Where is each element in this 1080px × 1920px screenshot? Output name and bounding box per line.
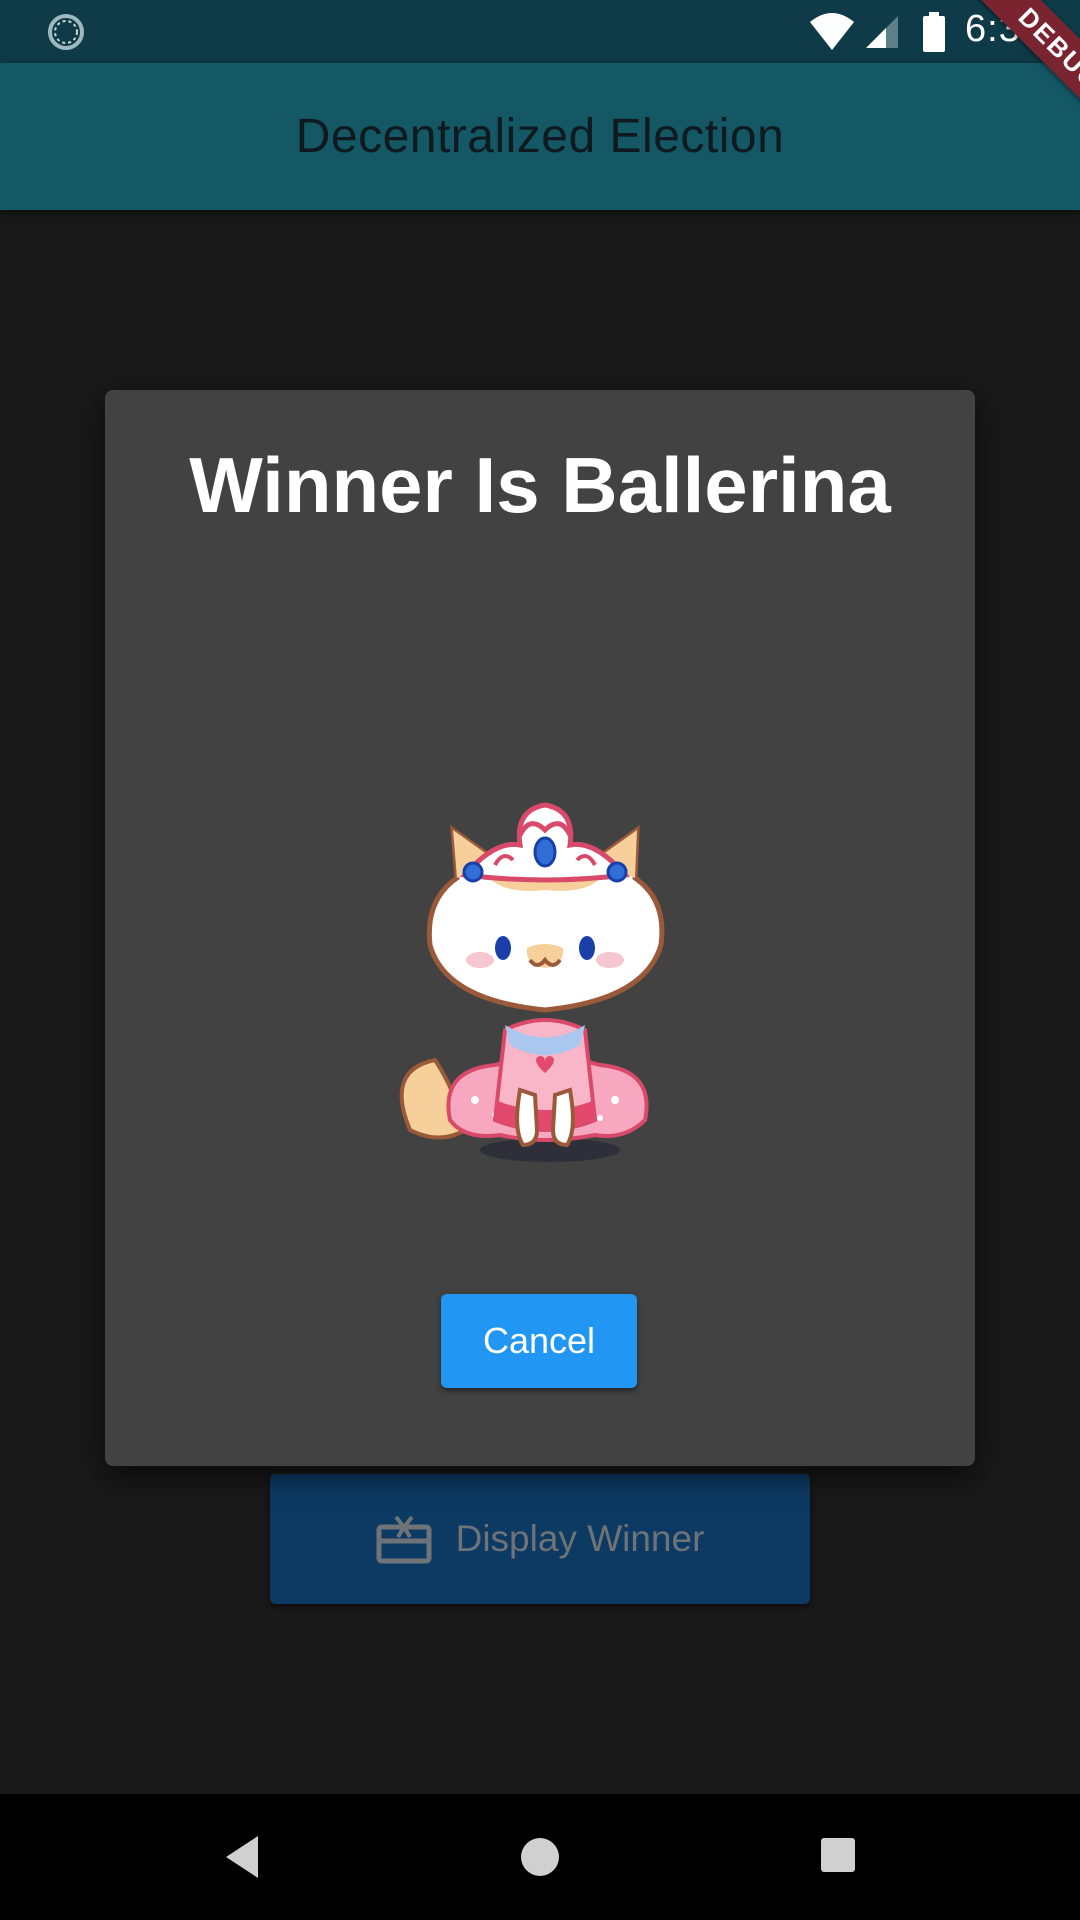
display-winner-label: Display Winner bbox=[455, 1518, 705, 1559]
status-bar: 6:30 bbox=[0, 0, 1080, 63]
cellular-signal-icon bbox=[866, 16, 898, 48]
wifi-icon bbox=[810, 13, 854, 50]
navigation-bar bbox=[0, 1794, 1080, 1920]
recents-square-icon[interactable] bbox=[821, 1838, 855, 1872]
cancel-button[interactable]: Cancel bbox=[441, 1294, 637, 1388]
dialog-title: Winner Is Ballerina bbox=[189, 441, 891, 529]
battery-icon bbox=[923, 12, 945, 52]
back-triangle-icon[interactable] bbox=[222, 1834, 262, 1880]
page-title: Decentralized Election bbox=[295, 110, 785, 163]
ballerina-cat-illustration bbox=[399, 802, 665, 1162]
card-giftcard-icon bbox=[376, 1515, 432, 1564]
display-winner-button[interactable]: Display Winner bbox=[270, 1474, 810, 1604]
app-bar: Decentralized Election bbox=[0, 63, 1080, 210]
home-circle-icon[interactable] bbox=[521, 1838, 559, 1876]
loading-spinner-icon bbox=[48, 14, 84, 50]
winner-dialog: Winner Is Ballerina Cancel bbox=[105, 390, 975, 1466]
